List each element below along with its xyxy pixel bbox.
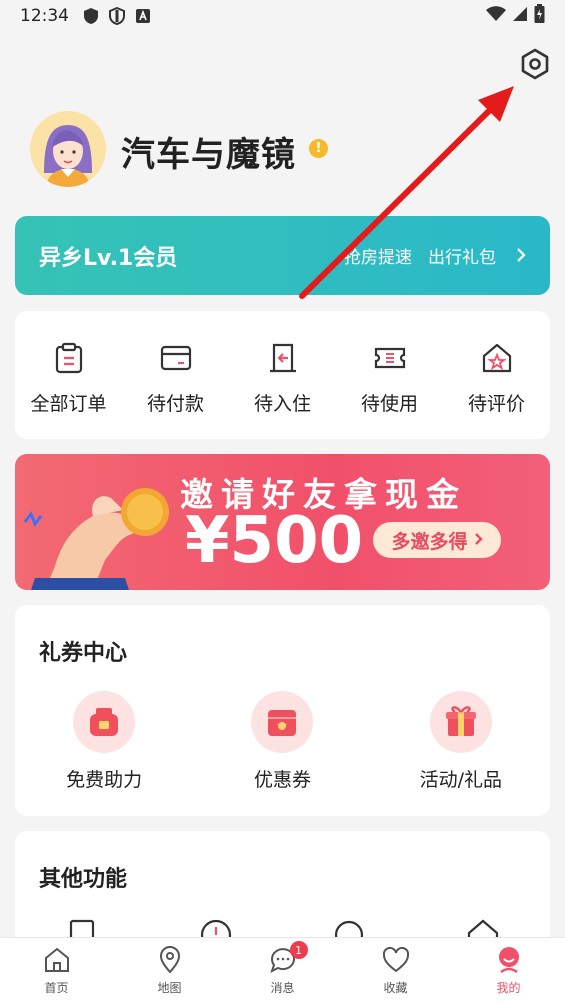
coupon-free-assist[interactable]: 免费助力 <box>29 691 179 792</box>
username[interactable]: 汽车与魔镜 <box>121 127 296 176</box>
order-label: 待评价 <box>467 393 525 415</box>
banner-cta-button[interactable]: 多邀多得 <box>373 522 501 558</box>
bag-icon <box>73 691 136 753</box>
tab-messages[interactable]: 1 消息 <box>243 938 323 1004</box>
map-pin-icon <box>159 946 180 974</box>
tab-label: 我的 <box>496 981 521 995</box>
tab-label: 收藏 <box>383 981 408 995</box>
banner-cta-label: 多邀多得 <box>391 530 468 553</box>
coupon-label: 活动/礼品 <box>419 769 503 791</box>
order-to-use[interactable]: 待使用 <box>340 341 440 439</box>
invite-banner[interactable]: 邀请好友拿现金 ¥500 多邀多得 <box>15 454 550 590</box>
hand-coin-icon <box>23 488 169 590</box>
coupon-label: 优惠券 <box>253 769 311 791</box>
message-count-badge: 1 <box>289 941 308 959</box>
coupon-center-card: 礼券中心 免费助力 优惠券 活动/礼品 <box>15 605 550 816</box>
house-star-icon <box>482 343 511 373</box>
heart-icon <box>382 946 409 973</box>
clipboard-icon <box>55 342 82 374</box>
coupon-label: 免费助力 <box>66 769 143 791</box>
tab-label: 首页 <box>44 981 69 995</box>
battery-icon <box>534 3 545 29</box>
coupon-icon <box>251 691 314 753</box>
gift-icon <box>429 691 492 753</box>
avatar-illustration-icon <box>30 111 106 187</box>
member-level-title: 异乡Lv.1会员 <box>39 245 178 271</box>
settings-button[interactable] <box>517 46 553 82</box>
section-title: 其他功能 <box>39 867 128 892</box>
order-to-review[interactable]: 待评价 <box>447 341 547 439</box>
shield-icon <box>83 7 99 25</box>
tab-label: 消息 <box>270 981 295 995</box>
order-label: 待使用 <box>360 393 418 415</box>
coupon-discount[interactable]: 优惠券 <box>207 691 357 792</box>
chevron-right-icon <box>474 529 483 551</box>
wifi-icon <box>486 5 506 27</box>
verification-warning-icon[interactable]: ! <box>309 139 328 158</box>
tab-profile[interactable]: 我的 <box>469 938 549 1004</box>
profile-icon <box>498 947 519 973</box>
signal-icon <box>512 6 528 27</box>
order-label: 待付款 <box>146 393 204 415</box>
chevron-right-icon <box>516 244 526 268</box>
tab-home[interactable]: 首页 <box>17 938 97 1004</box>
coupon-activities-gifts[interactable]: 活动/礼品 <box>386 691 536 792</box>
ticket-icon <box>374 347 405 369</box>
order-pending-checkin[interactable]: 待入住 <box>233 341 333 439</box>
settings-hexagon-icon <box>521 48 549 80</box>
status-bar: 12:34 <box>0 0 565 32</box>
app-a-icon <box>135 8 151 24</box>
door-icon <box>269 343 296 373</box>
banner-amount: ¥500 <box>185 504 364 578</box>
status-time: 12:34 <box>20 6 69 26</box>
member-benefits: 抢房提速 出行礼包 <box>344 243 526 268</box>
order-label: 待入住 <box>253 393 311 415</box>
order-pending-payment[interactable]: 待付款 <box>126 341 226 439</box>
shield-outline-icon <box>109 7 125 25</box>
member-benefit: 抢房提速 <box>344 248 412 268</box>
order-label: 全部订单 <box>30 393 107 415</box>
order-all[interactable]: 全部订单 <box>19 341 119 439</box>
avatar[interactable] <box>30 111 106 187</box>
orders-card: 全部订单 待付款 待入住 待使用 待评价 <box>15 311 550 439</box>
coupon-row: 免费助力 优惠券 活动/礼品 <box>15 691 550 792</box>
tab-favorites[interactable]: 收藏 <box>356 938 436 1004</box>
member-benefit: 出行礼包 <box>428 248 496 268</box>
card-icon <box>160 345 191 371</box>
tab-label: 地图 <box>157 981 182 995</box>
tab-map[interactable]: 地图 <box>130 938 210 1004</box>
member-card[interactable]: 异乡Lv.1会员 抢房提速 出行礼包 <box>15 216 550 295</box>
home-icon <box>44 947 69 972</box>
status-right <box>486 3 545 29</box>
section-title: 礼券中心 <box>39 641 128 666</box>
bottom-tab-bar: 首页 地图 1 消息 收藏 我的 <box>0 937 565 1004</box>
